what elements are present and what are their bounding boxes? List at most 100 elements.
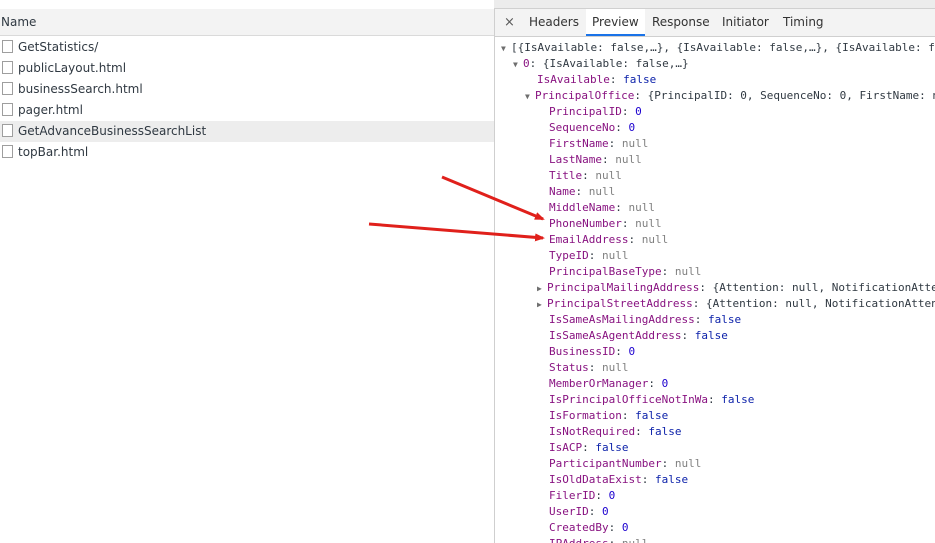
field-key: IsFormation [549,409,622,422]
file-icon [2,82,13,95]
tree-field-status: Status: null [549,361,629,374]
name-column-header[interactable]: Name [0,9,494,36]
tree-field-userid: UserID: 0 [549,505,609,518]
field-value: false [707,313,742,326]
field-key: IsPrincipalOfficeNotInWa [549,393,708,406]
field-key: MemberOrManager [549,377,649,390]
tree-field-ipaddress: IPAddress: null [549,536,648,543]
field-key: MiddleName [549,201,616,214]
request-name: topBar.html [18,145,89,159]
tree-field-isprincipalofficenotinwa: IsPrincipalOfficeNotInWa: false [549,393,755,406]
field-key: PhoneNumber [549,217,622,230]
request-name: GetStatistics/ [18,40,99,54]
triangle-right-icon[interactable]: ▶ [537,281,547,297]
triangle-down-icon[interactable]: ▼ [513,57,523,73]
tree-field-memberormanager: MemberOrManager: 0 [549,377,669,390]
field-key: FirstName [549,137,609,150]
field-value: null [622,537,649,543]
field-key: SequenceNo [549,121,616,134]
request-name: GetAdvanceBusinessSearchList [18,124,207,138]
tree-field-principalbasetype: PrincipalBaseType: null [549,265,702,278]
tree-item-0[interactable]: ▼ 0: {IsAvailable: false,…} [513,56,689,72]
tree-field-lastname: LastName: null [549,153,642,166]
triangle-right-icon[interactable]: ▶ [537,297,547,313]
field-key: Title [549,169,583,182]
field-value: null [588,185,616,198]
tab-headers[interactable]: Headers [529,9,579,36]
request-name: pager.html [18,103,83,117]
tree-field-typeid: TypeID: null [549,249,629,262]
field-value: 0 [635,105,642,118]
field-key: EmailAddress [549,233,629,246]
tree-field-name: Name: null [549,185,616,198]
field-key: IsSameAsMailingAddress [549,313,695,326]
field-key: PrincipalMailingAddress [547,281,700,294]
tree-field-filerid: FilerID: 0 [549,489,616,502]
tree-field-createdby: CreatedBy: 0 [549,521,629,534]
file-icon [2,61,13,74]
tree-field-title: Title: null [549,169,622,182]
request-row[interactable]: publicLayout.html [0,58,494,79]
field-key: IPAddress [549,537,609,543]
tree-field-principalmailingaddress[interactable]: ▶ PrincipalMailingAddress: {Attention: nu… [537,280,935,296]
tree-field-isformation: IsFormation: false [549,409,669,422]
request-row[interactable]: businessSearch.html [0,79,494,100]
tree-field-isolddataexist: IsOldDataExist: false [549,473,689,486]
field-value: null [635,217,662,230]
field-key: PrincipalID [549,105,622,118]
triangle-down-icon[interactable]: ▼ [501,41,511,57]
field-value: 0 [661,377,669,390]
field-value: null [641,233,669,246]
field-key: BusinessID [549,345,616,358]
tree-field-issameasmailingaddress: IsSameAsMailingAddress: false [549,313,742,326]
tab-response[interactable]: Response [652,9,710,36]
close-icon[interactable]: × [504,9,515,36]
field-value: {Attention: null, NotificationAtte [712,281,935,294]
triangle-down-icon[interactable]: ▼ [525,89,535,105]
field-value: null [621,137,649,150]
details-tabbar: × Headers Preview Response Initiator Tim… [495,9,935,37]
field-value: 0 [628,345,636,358]
file-icon [2,40,13,53]
field-key: IsNotRequired [549,425,636,438]
file-icon [2,124,13,137]
request-name: publicLayout.html [18,61,127,75]
field-value: false [654,473,689,486]
field-key: PrincipalBaseType [549,265,662,278]
field-value: null [602,361,629,374]
tree-field-principalstreetaddress[interactable]: ▶ PrincipalStreetAddress: {Attention: nul… [537,296,935,312]
field-key: CreatedBy [549,521,609,534]
tree-field-middlename: MiddleName: null [549,201,655,214]
field-key: FilerID [549,489,596,502]
field-value: false [595,441,629,454]
tree-root-line[interactable]: ▼ [{IsAvailable: false,…}, {IsAvailable: … [501,40,935,56]
field-key: Status [549,361,589,374]
tab-initiator[interactable]: Initiator [722,9,769,36]
field-value: 0 [621,521,629,534]
field-key: ParticipantNumber [549,457,662,470]
field-key: UserID [549,505,589,518]
field-value: null [674,265,702,278]
field-value: 0 [628,121,636,134]
field-value: false [635,409,669,422]
tree-field-firstname: FirstName: null [549,137,649,150]
tree-isavailable: IsAvailable: false [537,73,657,86]
field-key: Name [549,185,576,198]
request-row[interactable]: GetAdvanceBusinessSearchList [0,121,494,142]
field-key: IsSameAsAgentAddress [549,329,682,342]
field-value: 0 [608,489,616,502]
tab-timing[interactable]: Timing [783,9,824,36]
tree-field-isacp: IsACP: false [549,441,629,454]
tree-field-participantnumber: ParticipantNumber: null [549,457,702,470]
tree-principaloffice[interactable]: ▼ PrincipalOffice: {PrincipalID: 0, Seque… [525,88,935,104]
tab-preview[interactable]: Preview [586,9,645,36]
field-value: {Attention: null, NotificationAtten [705,297,935,310]
tree-field-businessid: BusinessID: 0 [549,345,636,358]
field-value: false [721,393,755,406]
tree-field-emailaddress: EmailAddress: null [549,233,669,246]
request-row[interactable]: pager.html [0,100,494,121]
request-name: businessSearch.html [18,82,143,96]
request-row[interactable]: topBar.html [0,142,494,163]
request-row[interactable]: GetStatistics/ [0,37,494,58]
field-value: false [694,329,728,342]
